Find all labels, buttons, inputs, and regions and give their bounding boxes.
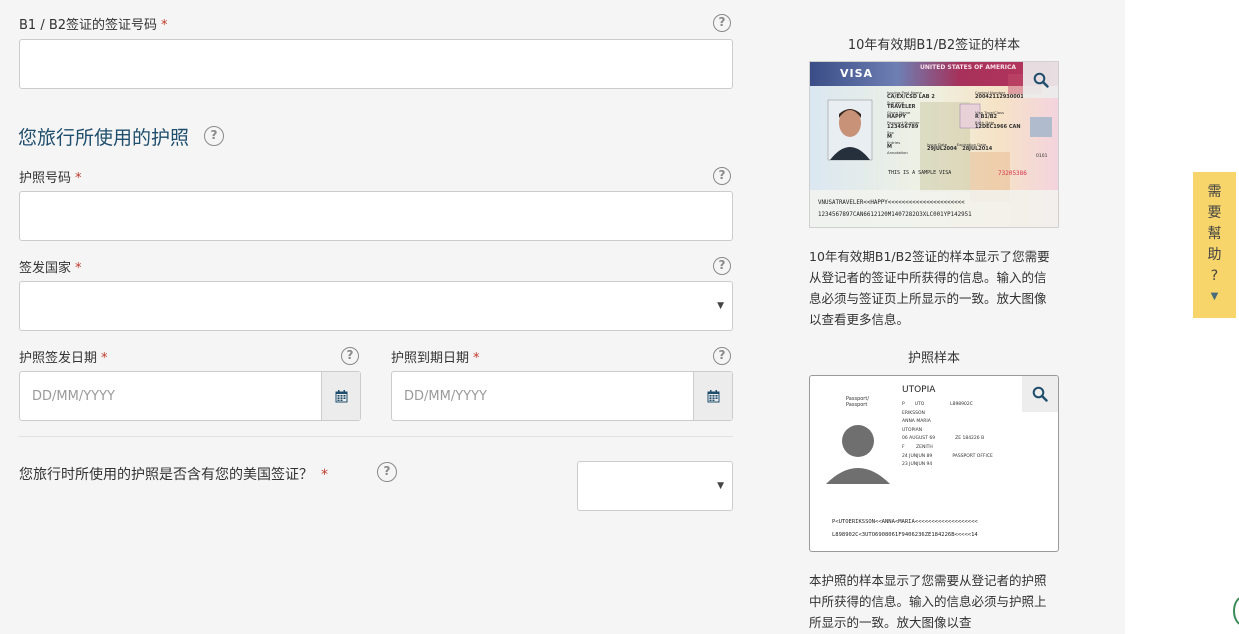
visa-header-text: VISA <box>840 67 874 80</box>
visa-field-value: 20042112930001 <box>975 94 1024 100</box>
visa-details-block-right: Control Number 20042112930001 Visa Type/… <box>975 90 1024 130</box>
issuing-country-label: 签发国家 * <box>19 257 82 276</box>
calendar-icon <box>707 389 719 402</box>
chevron-down-icon: ▼ <box>1210 291 1219 302</box>
passport-field-value: 23 JUNJUN 94 <box>902 462 933 468</box>
expiry-date-label: 护照到期日期 * <box>391 347 480 366</box>
issue-date-label: 护照签发日期 * <box>19 347 108 366</box>
expiry-date-help-icon[interactable]: ? <box>713 347 731 365</box>
required-mark: * <box>75 261 82 276</box>
contains-visa-question-text: 您旅行时所使用的护照是否含有您的美国签证？ <box>19 467 313 483</box>
visa-field-value: CAN <box>1008 124 1021 130</box>
need-help-tab[interactable]: 需 要 幫 助 ? ▼ <box>1193 172 1236 318</box>
visa-number-label: B1 / B2签证的签证号码 * <box>19 14 168 33</box>
passport-field-value: UTOPIAN <box>902 427 923 433</box>
passport-section-title: 您旅行所使用的护照 <box>18 123 189 150</box>
issuing-country-help-icon[interactable]: ? <box>713 257 731 275</box>
passport-country: UTOPIA <box>902 385 936 395</box>
help-tab-char: 需 <box>1207 184 1222 200</box>
passport-field-value: Passport <box>846 402 868 408</box>
visa-sample-description: 10年有效期B1/B2签证的样本显示了您需要从登记者的签证中所获得的信息。输入的… <box>809 249 1050 327</box>
visa-mrz-line: 1234567897CAN6612120M1407282O3XLC001YP14… <box>818 212 972 218</box>
contains-visa-question: 您旅行时所使用的护照是否含有您的美国签证？ * <box>19 464 328 484</box>
visa-field-value: 29JUL2004 <box>927 146 957 152</box>
contains-visa-help-icon[interactable]: ? <box>377 462 397 482</box>
visa-mrz: VNUSATRAVELER<<HAPPY<<<<<<<<<<<<<<<<<<<<… <box>818 197 972 221</box>
visa-field-value: 12DEC1966 <box>975 124 1008 130</box>
visa-foil-number: 73205386 <box>998 170 1027 177</box>
visa-sample-image[interactable]: VISA UNITED STATES OF AMERICA Issuing Po… <box>809 61 1059 228</box>
passport-number-help-icon[interactable]: ? <box>713 167 731 185</box>
required-mark: * <box>473 351 480 366</box>
passport-mrz-line: P<UTOERIKSSON<<ANNA<MARIA<<<<<<<<<<<<<<<… <box>832 519 978 525</box>
passport-number-input[interactable] <box>19 191 733 241</box>
issuing-country-select[interactable]: ▼ <box>19 281 733 331</box>
passport-field-value: ZE 184226 B <box>955 436 985 442</box>
passport-mrz: P<UTOERIKSSON<<ANNA<MARIA<<<<<<<<<<<<<<<… <box>832 516 978 542</box>
expiry-date-field[interactable] <box>392 372 694 420</box>
contains-visa-select[interactable]: ▼ <box>577 461 733 511</box>
expiry-date-label-text: 护照到期日期 <box>391 351 470 366</box>
passport-number-label: 护照号码 * <box>19 167 82 186</box>
calendar-icon <box>335 389 347 402</box>
passport-field-value: UTO <box>914 402 925 407</box>
help-tab-char: 要 <box>1207 205 1222 221</box>
visa-mrz-line: VNUSATRAVELER<<HAPPY<<<<<<<<<<<<<<<<<<<<… <box>818 200 965 206</box>
passport-field-value: F <box>902 444 905 450</box>
issue-date-help-icon[interactable]: ? <box>341 347 359 365</box>
passport-section-title-text: 您旅行所使用的护照 <box>18 127 190 149</box>
visa-number-field[interactable] <box>20 40 732 88</box>
visa-sample-caption: 10年有效期B1/B2签证的样本 <box>847 38 1021 53</box>
help-tab-char: 幫 <box>1207 226 1222 242</box>
visa-banner-text: UNITED STATES OF AMERICA <box>920 64 1017 71</box>
visa-number-input[interactable] <box>19 39 733 89</box>
chevron-down-icon: ▼ <box>717 301 724 311</box>
expiry-date-input[interactable] <box>391 371 733 421</box>
issue-date-input[interactable] <box>19 371 361 421</box>
passport-word-block: Passport/ Passport <box>846 396 869 408</box>
help-tab-char: 助 <box>1207 247 1222 263</box>
passport-mrz-line: L898902C<3UTO6908061F9406236ZE184226B<<<… <box>832 532 978 538</box>
visa-sample-note: THIS IS A SAMPLE VISA <box>888 170 952 176</box>
passport-details-block: P UTO L898902C ERIKSSON ANNA MARIA UTOPI… <box>902 402 993 468</box>
visa-number-label-text: B1 / B2签证的签证号码 <box>19 18 158 33</box>
section-divider <box>18 436 733 437</box>
issue-date-field[interactable] <box>20 372 322 420</box>
magnifier-icon <box>1033 72 1049 88</box>
passport-field-value: 06 AUGUST 69 <box>902 436 936 442</box>
issuing-country-label-text: 签发国家 <box>19 261 72 276</box>
passport-field-value: P <box>902 402 905 407</box>
passport-field-value: PASSPORT OFFICE <box>952 453 993 459</box>
passport-field-value: ERIKSSON <box>902 410 925 416</box>
magnifier-icon <box>1032 386 1048 402</box>
required-mark: * <box>101 351 108 366</box>
passport-field-value: ANNA MARIA <box>902 419 931 425</box>
required-mark: * <box>161 18 168 33</box>
chevron-down-icon: ▼ <box>717 481 724 491</box>
passport-sample-description: 本护照的样本显示了您需要从登记者的护照中所获得的信息。输入的信息必须与护照上所显… <box>809 573 1047 630</box>
visa-number-help-icon[interactable]: ? <box>713 14 731 32</box>
visa-zoom-button[interactable] <box>1023 62 1058 98</box>
passport-field-value: L898902C <box>950 402 973 407</box>
visa-side-number: 0101 <box>1036 154 1048 159</box>
expiry-date-calendar-button[interactable] <box>693 372 732 420</box>
passport-sample-image[interactable]: Passport/ Passport UTOPIA P UTO L898902C… <box>809 375 1059 552</box>
passport-zoom-button[interactable] <box>1022 376 1058 412</box>
passport-field-value: 24 JUNJUN 89 <box>902 453 933 459</box>
visa-field-value: 28JUL2014 <box>962 146 993 152</box>
required-mark: * <box>321 467 328 483</box>
visa-dates-block: Issue Date Expiration Date 29JUL2004 28J… <box>927 142 992 152</box>
issue-date-label-text: 护照签发日期 <box>19 351 98 366</box>
issue-date-calendar-button[interactable] <box>321 372 360 420</box>
passport-number-label-text: 护照号码 <box>19 171 72 186</box>
passport-number-field[interactable] <box>20 192 732 240</box>
passport-sample-caption: 护照样本 <box>907 351 960 366</box>
passport-section-help-icon[interactable]: ? <box>204 126 224 146</box>
required-mark: * <box>75 171 82 186</box>
passport-field-value: ZENITH <box>916 444 933 450</box>
help-tab-char: ? <box>1210 268 1219 284</box>
